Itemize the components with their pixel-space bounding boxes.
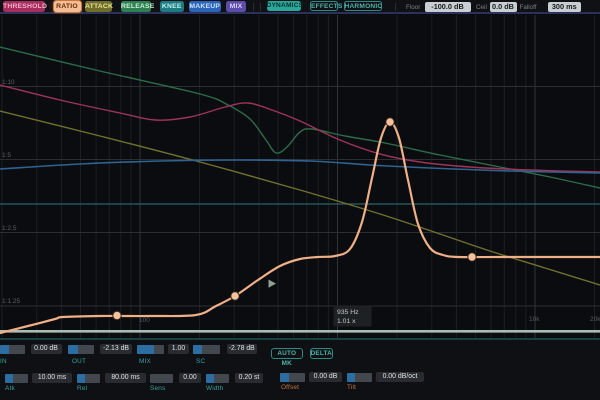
pink-band-curve	[0, 84, 600, 173]
width-slider-fill	[206, 373, 215, 383]
out-value[interactable]: -2.13 dB	[100, 344, 132, 354]
curve-control-point[interactable]	[467, 252, 477, 262]
toolbar-separator	[395, 3, 396, 11]
freq-axis-label: 10k	[529, 316, 540, 323]
rel-slider-fill	[77, 373, 86, 383]
param-tab-threshold[interactable]: THRESHOLD	[3, 1, 47, 12]
offset-value[interactable]: 0.00 dB	[309, 372, 342, 382]
mix-slider-fill	[136, 344, 155, 354]
delta-button[interactable]: DELTA	[309, 347, 333, 359]
param-tab-release[interactable]: RELEASE	[121, 1, 154, 12]
rel-label: Rel	[77, 384, 88, 392]
offset-slider-fill	[280, 372, 289, 382]
sens-label: Sens	[150, 384, 166, 392]
playhead-triangle-icon[interactable]	[268, 279, 277, 288]
field-label-falloff: Falloff	[519, 4, 537, 11]
freq-axis-label: 20k	[590, 316, 600, 323]
sc-value[interactable]: -2.78 dB	[226, 344, 257, 354]
param-tab-ratio[interactable]: RATIO	[53, 1, 81, 12]
sc-label: SC	[196, 357, 206, 365]
ratio-axis-label: 1:1.25	[2, 298, 20, 305]
sens-slider[interactable]	[150, 373, 173, 383]
field-label-floor: Floor	[406, 4, 421, 11]
field-label-ceil: Ceil	[476, 4, 487, 11]
width-label: Width	[206, 384, 224, 392]
section-tab-dynamics[interactable]: DYNAMICS	[266, 1, 303, 11]
toolbar-separator	[259, 3, 261, 11]
cursor-readout-ratio: 1.01 x	[337, 318, 356, 325]
tilt-label: Tilt	[347, 383, 357, 391]
in-value[interactable]: 0.00 dB	[30, 344, 62, 354]
sc-slider[interactable]	[192, 344, 220, 354]
atk-slider-fill	[5, 373, 14, 383]
sens-value[interactable]: 0.00	[179, 373, 201, 383]
auto-mk-button[interactable]: AUTO MK	[271, 347, 303, 367]
tilt-slider-fill	[346, 372, 356, 382]
atk-label: Atk	[5, 384, 15, 392]
out-slider[interactable]	[68, 344, 94, 354]
freq-axis-label: 100	[139, 317, 150, 324]
param-tab-attack[interactable]: ATTACK	[85, 1, 113, 12]
sc-slider-fill	[192, 344, 203, 354]
param-tab-makeup[interactable]: MAKEUP	[188, 1, 221, 12]
field-value-floor[interactable]: -100.0 dB	[424, 1, 471, 12]
out-slider-fill	[68, 344, 79, 354]
curve-control-point[interactable]	[385, 117, 395, 127]
param-tab-knee[interactable]: KNEE	[160, 1, 184, 12]
atk-slider[interactable]	[5, 373, 28, 383]
mix-label: MIX	[139, 357, 151, 365]
field-value-ceil[interactable]: 0.0 dB	[489, 1, 517, 12]
tilt-slider[interactable]	[346, 372, 372, 382]
field-value-falloff[interactable]: 300 ms	[547, 1, 581, 12]
section-tab-harmonic[interactable]: HARMONIC	[343, 1, 382, 11]
offset-label: Offset	[281, 383, 300, 391]
width-slider[interactable]	[206, 373, 229, 383]
mix-slider[interactable]	[136, 344, 164, 354]
curve-control-point[interactable]	[230, 291, 240, 301]
param-tab-mix[interactable]: MIX	[226, 1, 246, 12]
selected-band-ratio-curve[interactable]	[0, 120, 600, 335]
curve-control-point[interactable]	[112, 310, 122, 321]
toolbar-separator	[252, 3, 254, 11]
green-band-curve	[0, 46, 600, 189]
ratio-axis-label: 1:10	[2, 79, 15, 86]
cursor-readout-freq: 935 Hz	[337, 309, 359, 316]
dynamics-eq-plugin-window: THRESHOLD RATIO ATTACK RELEASE KNEE MAKEUP MIX…	[0, 0, 600, 400]
in-slider-fill	[0, 344, 10, 354]
frequency-response-graph[interactable]: 1:10 1:5 1:2.5 1:1.25 100 10k 20k 935 Hz 1.01 x	[0, 14, 600, 340]
section-tab-effects[interactable]: EFFECTS	[310, 1, 342, 11]
rel-slider[interactable]	[77, 373, 100, 383]
bottom-control-panel: Dynamics 0.00 dBIN-2.13 dBOUT1.00MIX-2.7…	[0, 340, 600, 400]
in-slider[interactable]	[0, 344, 25, 354]
width-value[interactable]: 0.20 st	[235, 373, 263, 383]
in-label: IN	[0, 357, 7, 365]
tilt-value[interactable]: 0.00 dB/oct	[376, 372, 424, 382]
rel-value[interactable]: 80.00 ms	[105, 373, 146, 383]
blue-band-curve	[0, 159, 600, 174]
top-toolbar: THRESHOLD RATIO ATTACK RELEASE KNEE MAKEUP MIX…	[0, 0, 600, 14]
atk-value[interactable]: 10.00 ms	[32, 373, 72, 383]
offset-slider[interactable]	[280, 372, 305, 382]
mix-value[interactable]: 1.00	[168, 344, 189, 354]
ratio-axis-label: 1:2.5	[2, 225, 17, 232]
out-label: OUT	[72, 357, 87, 365]
ratio-axis-label: 1:5	[2, 152, 11, 159]
